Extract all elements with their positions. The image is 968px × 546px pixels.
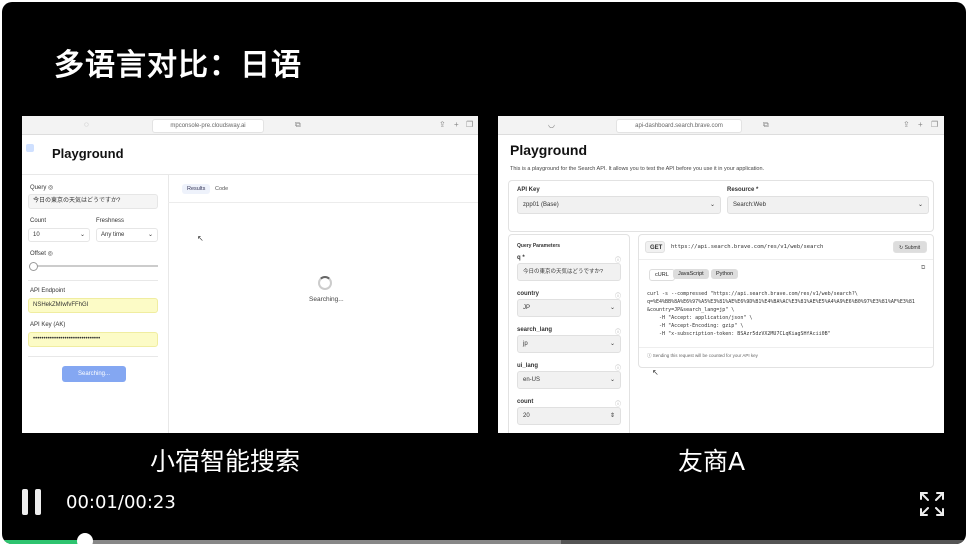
chevron-down-icon: ⌄ bbox=[917, 202, 923, 208]
query-params-panel: Query Parameters q * ⓘ 今日の東京の天気はどうですか? c… bbox=[508, 234, 630, 433]
left-screenshot: ◌ mpconsole-pre.cloudsway.ai ⧉ ⇪ + ❐ Pla… bbox=[22, 116, 478, 433]
q-label: q * bbox=[517, 255, 525, 261]
apikey-label: API Key (AK) bbox=[30, 322, 66, 328]
code-line: curl -s --compressed "https://api.search… bbox=[647, 291, 858, 297]
count-input[interactable]: 20 ⇕ bbox=[517, 407, 621, 425]
q-input[interactable]: 今日の東京の天気はどうですか? bbox=[517, 263, 621, 281]
chevron-down-icon: ⌄ bbox=[709, 202, 715, 208]
request-panel: GET https://api.search.brave.com/res/v1/… bbox=[638, 234, 934, 368]
query-input[interactable]: 今日の東京の天気はどうですか? bbox=[28, 194, 158, 209]
resource-label: Resource * bbox=[727, 187, 759, 193]
tab-python[interactable]: Python bbox=[711, 269, 739, 279]
address-bar: api-dashboard.search.brave.com bbox=[616, 119, 742, 133]
params-heading: Query Parameters bbox=[517, 243, 561, 249]
tabs-icon: ❐ bbox=[466, 120, 474, 129]
freshness-select[interactable]: Any time ⌄ bbox=[96, 228, 158, 242]
player-controls: 00:01/00:23 bbox=[2, 478, 966, 544]
cursor-icon: ↖ bbox=[197, 234, 204, 243]
query-label: Query ◎ bbox=[30, 185, 54, 191]
chevron-down-icon: ⌄ bbox=[147, 232, 153, 238]
code-line: &country=JP&search_lang=jp" \ bbox=[647, 307, 735, 313]
stepper-icon: ⇕ bbox=[609, 413, 615, 419]
chevron-down-icon: ⌄ bbox=[79, 232, 85, 238]
endpoint-label: API Endpoint bbox=[30, 288, 66, 294]
code-line: -H "x-subscription-token: BSAzr5dzVX2MU7… bbox=[647, 331, 831, 337]
search-lang-label: search_lang bbox=[517, 327, 553, 333]
api-key-select[interactable]: zpp01 (Base) ⌄ bbox=[517, 196, 721, 214]
left-caption: 小宿智能搜索 bbox=[150, 447, 301, 476]
share-icon: ⇪ bbox=[439, 120, 446, 129]
address-bar: mpconsole-pre.cloudsway.ai bbox=[152, 119, 264, 133]
offset-slider[interactable] bbox=[29, 262, 158, 271]
ui-lang-select[interactable]: en-US ⌄ bbox=[517, 371, 621, 389]
tab-javascript[interactable]: JavaScript bbox=[673, 269, 709, 279]
ui-lang-label: ui_lang bbox=[517, 363, 539, 369]
code-line: q=%E4%BB%8A%E6%97%A5%E3%81%AE%E6%9D%B1%E… bbox=[647, 299, 915, 305]
status-text: Searching... bbox=[309, 296, 344, 303]
progress-handle[interactable] bbox=[76, 533, 93, 544]
search-lang-select[interactable]: jp ⌄ bbox=[517, 335, 621, 353]
pause-button[interactable] bbox=[20, 489, 46, 517]
freshness-label: Freshness bbox=[96, 218, 125, 224]
browser-toolbar: ◡ api-dashboard.search.brave.com ⧉ ⇪ + ❐ bbox=[498, 116, 944, 135]
translate-icon: ⧉ bbox=[763, 120, 769, 129]
resource-select[interactable]: Search:Web ⌄ bbox=[727, 196, 929, 214]
page-title: Playground bbox=[510, 142, 588, 158]
cursor-icon: ↖ bbox=[652, 368, 659, 377]
tab-curl[interactable]: cURL bbox=[649, 269, 675, 281]
refresh-icon: ↻ bbox=[899, 245, 904, 251]
fullscreen-icon[interactable] bbox=[918, 490, 946, 518]
shield-icon: ◡ bbox=[548, 120, 555, 129]
country-label: country bbox=[517, 291, 540, 297]
video-title: 多语言对比：日语 bbox=[54, 48, 302, 83]
request-note: ⓘ Sending this request will be counted f… bbox=[647, 353, 758, 358]
count-label: Count bbox=[30, 218, 47, 224]
endpoint-url: https://api.search.brave.com/res/v1/web/… bbox=[671, 244, 824, 250]
search-button[interactable]: Searching... bbox=[62, 366, 126, 382]
country-select[interactable]: JP ⌄ bbox=[517, 299, 621, 317]
pause-icon bbox=[22, 489, 28, 515]
slider-handle[interactable] bbox=[29, 262, 38, 271]
progress-bar[interactable] bbox=[2, 533, 966, 544]
endpoint-input[interactable]: NSHekZMIwfvFFhGI bbox=[28, 298, 158, 313]
copy-icon[interactable]: ⧉ bbox=[921, 265, 925, 272]
chevron-down-icon: ⌄ bbox=[609, 341, 615, 347]
shield-icon: ◌ bbox=[84, 120, 89, 129]
count-select[interactable]: 10 ⌄ bbox=[28, 228, 90, 242]
tabs-icon: ❐ bbox=[931, 120, 939, 129]
page-title: Playground bbox=[52, 146, 124, 161]
time-display: 00:01/00:23 bbox=[66, 492, 176, 513]
offset-label: Offset ◎ bbox=[30, 251, 53, 257]
apikey-input[interactable]: •••••••••••••••••••••••••••••••• bbox=[28, 332, 158, 347]
tab-code[interactable]: Code bbox=[210, 184, 233, 194]
page-description: This is a playground for the Search API.… bbox=[510, 166, 765, 172]
new-tab-icon: + bbox=[454, 120, 459, 129]
video-player[interactable]: 多语言对比：日语 ◌ mpconsole-pre.cloudsway.ai ⧉ … bbox=[2, 2, 966, 544]
submit-button[interactable]: ↻ Submit bbox=[893, 241, 927, 253]
api-key-label: API Key bbox=[517, 187, 540, 193]
browser-toolbar: ◌ mpconsole-pre.cloudsway.ai ⧉ ⇪ + ❐ bbox=[22, 116, 478, 135]
method-badge: GET bbox=[645, 241, 665, 253]
right-screenshot: ◡ api-dashboard.search.brave.com ⧉ ⇪ + ❐… bbox=[498, 116, 944, 433]
chevron-down-icon: ⌄ bbox=[609, 377, 615, 383]
progress-fill bbox=[2, 540, 85, 544]
code-line: -H "Accept-Encoding: gzip" \ bbox=[647, 323, 744, 329]
info-icon: ⓘ bbox=[647, 353, 652, 358]
api-config-card: API Key zpp01 (Base) ⌄ Resource * Search:… bbox=[508, 180, 934, 232]
right-caption: 友商A bbox=[678, 447, 746, 476]
code-line: -H "Accept: application/json" \ bbox=[647, 315, 753, 321]
loading-spinner-icon bbox=[318, 276, 332, 290]
count-label: count bbox=[517, 399, 534, 405]
share-icon: ⇪ bbox=[903, 120, 910, 129]
tab-results[interactable]: Results bbox=[182, 184, 211, 194]
sidebar-toggle-icon bbox=[26, 144, 34, 152]
chevron-down-icon: ⌄ bbox=[609, 305, 615, 311]
new-tab-icon: + bbox=[918, 120, 923, 129]
translate-icon: ⧉ bbox=[295, 120, 301, 129]
